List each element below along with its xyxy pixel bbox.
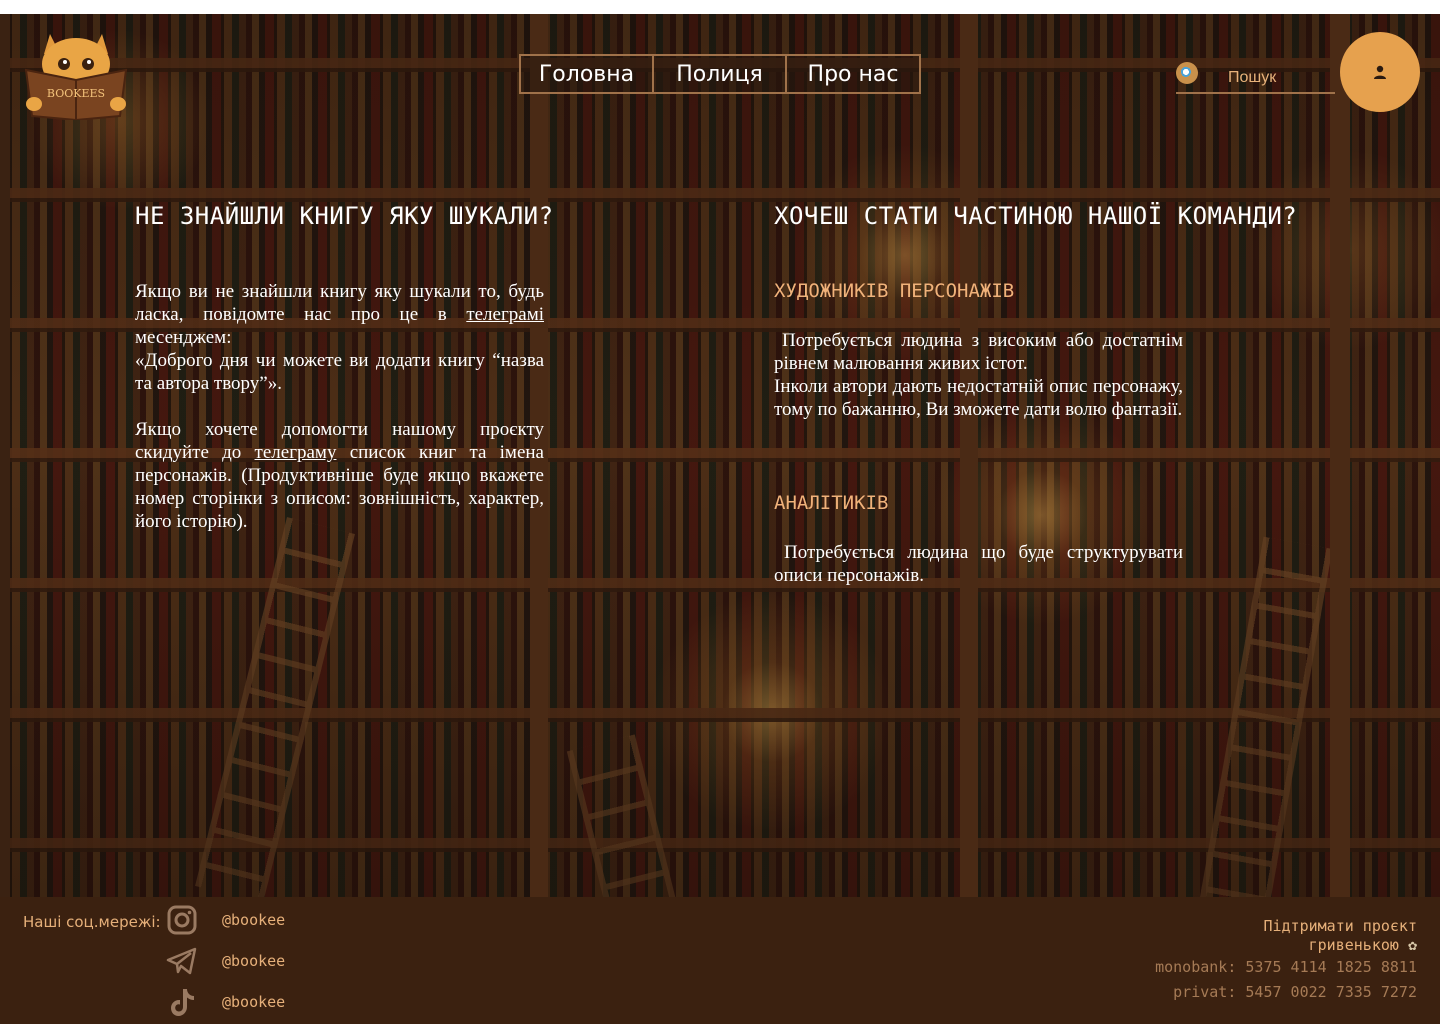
socials-label: Наші соц.мережі: (23, 913, 161, 931)
search-box (1176, 62, 1335, 94)
missing-book-text-after: месенджем: (135, 327, 232, 348)
main-navigation: Головна Полиця Про нас (519, 54, 921, 94)
nav-about-link[interactable]: Про нас (787, 56, 919, 92)
artists-subtitle: ХУДОЖНИКІВ ПЕРСОНАЖІВ (774, 280, 1015, 302)
telegram-handle[interactable]: @bookee (222, 952, 285, 970)
artists-text-2: Інколи автори дають недостатній опис пер… (774, 376, 1183, 420)
search-input[interactable] (1206, 66, 1334, 90)
social-row-telegram: @bookee (166, 945, 285, 977)
social-row-tiktok: @bookee (166, 986, 285, 1018)
missing-book-title: НЕ ЗНАЙШЛИ КНИГУ ЯКУ ШУКАЛИ? (135, 202, 554, 230)
tiktok-icon[interactable] (166, 986, 198, 1018)
nav-home-link[interactable]: Головна (521, 56, 654, 92)
help-project-paragraph: Якщо хочете допомогти нашому проєкту ски… (135, 418, 544, 533)
nav-shelf-link[interactable]: Полиця (654, 56, 787, 92)
cat-book-logo-icon: BOOKEES (24, 34, 128, 122)
user-icon (1374, 65, 1386, 79)
bookees-logo[interactable]: BOOKEES (20, 24, 132, 122)
logo-text: BOOKEES (47, 87, 105, 100)
monobank-card: monobank: 5375 4114 1825 8811 (1155, 958, 1417, 976)
user-profile-button[interactable] (1340, 32, 1420, 112)
artists-text: Потребується людина з високим або достат… (774, 330, 1183, 374)
footer: Наші соц.мережі: @bookee @bookee @bookee… (0, 897, 1440, 1024)
analysts-subtitle: АНАЛІТИКІВ (774, 492, 889, 514)
top-edge (0, 0, 1440, 14)
join-team-title: ХОЧЕШ СТАТИ ЧАСТИНОЮ НАШОЇ КОМАНДИ? (774, 202, 1298, 230)
instagram-handle[interactable]: @bookee (222, 911, 285, 929)
instagram-icon[interactable] (166, 904, 198, 936)
telegram-icon[interactable] (166, 945, 198, 977)
missing-book-paragraph: Якщо ви не знайшли книгу яку шукали то, … (135, 280, 544, 395)
telegram-link-2[interactable]: телеграму (255, 442, 337, 463)
flower-icon: ✿ (1407, 936, 1417, 954)
donate-block: Підтримати проєкт гривенькою ✿ (1263, 917, 1417, 955)
privat-card: privat: 5457 0022 7335 7272 (1173, 983, 1417, 1001)
donate-line-1: Підтримати проєкт (1263, 917, 1417, 935)
social-row-instagram: @bookee (166, 904, 285, 936)
analysts-text: Потребується людина що буде структуруват… (774, 542, 1183, 586)
search-icon[interactable] (1176, 62, 1198, 84)
request-template-quote: «Доброго дня чи можете ви додати книгу “… (135, 350, 544, 394)
donate-line-2: гривенькою (1308, 936, 1399, 954)
telegram-link[interactable]: телеграмі (466, 304, 544, 325)
tiktok-handle[interactable]: @bookee (222, 993, 285, 1011)
